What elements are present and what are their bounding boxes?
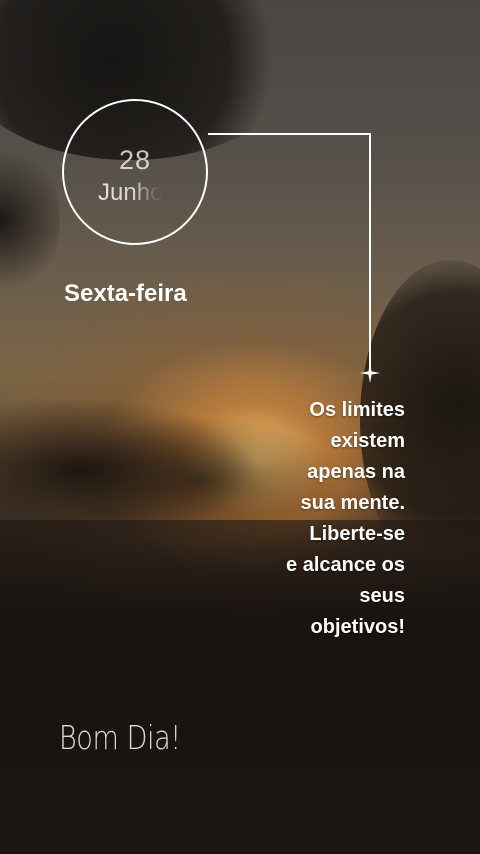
quote-line: seus xyxy=(359,585,405,607)
quote-line: sua mente. xyxy=(300,492,405,514)
quote-line: apenas na xyxy=(307,461,405,483)
weekday-label: Sexta-feira xyxy=(64,280,187,307)
date-day: 28 xyxy=(118,145,152,175)
motivational-quote: Os limites existem apenas na sua mente. … xyxy=(195,395,405,643)
sparkle-icon xyxy=(360,363,380,383)
connector-line-horizontal xyxy=(208,133,370,135)
quote-line: existem xyxy=(330,430,406,452)
date-month: Junho xyxy=(98,179,164,206)
date-circle: 28 Junho xyxy=(62,99,208,245)
tree-silhouette-left xyxy=(0,140,60,300)
greeting-text: Bom Dia! xyxy=(59,718,181,757)
quote-line: Liberte-se xyxy=(309,523,405,545)
quote-line: e alcance os xyxy=(286,554,405,576)
connector-line-vertical xyxy=(369,133,371,371)
quote-line: objetivos! xyxy=(310,616,405,638)
story-canvas: 28 Junho Sexta-feira Os limites existem … xyxy=(0,0,480,854)
quote-line: Os limites xyxy=(309,399,405,421)
